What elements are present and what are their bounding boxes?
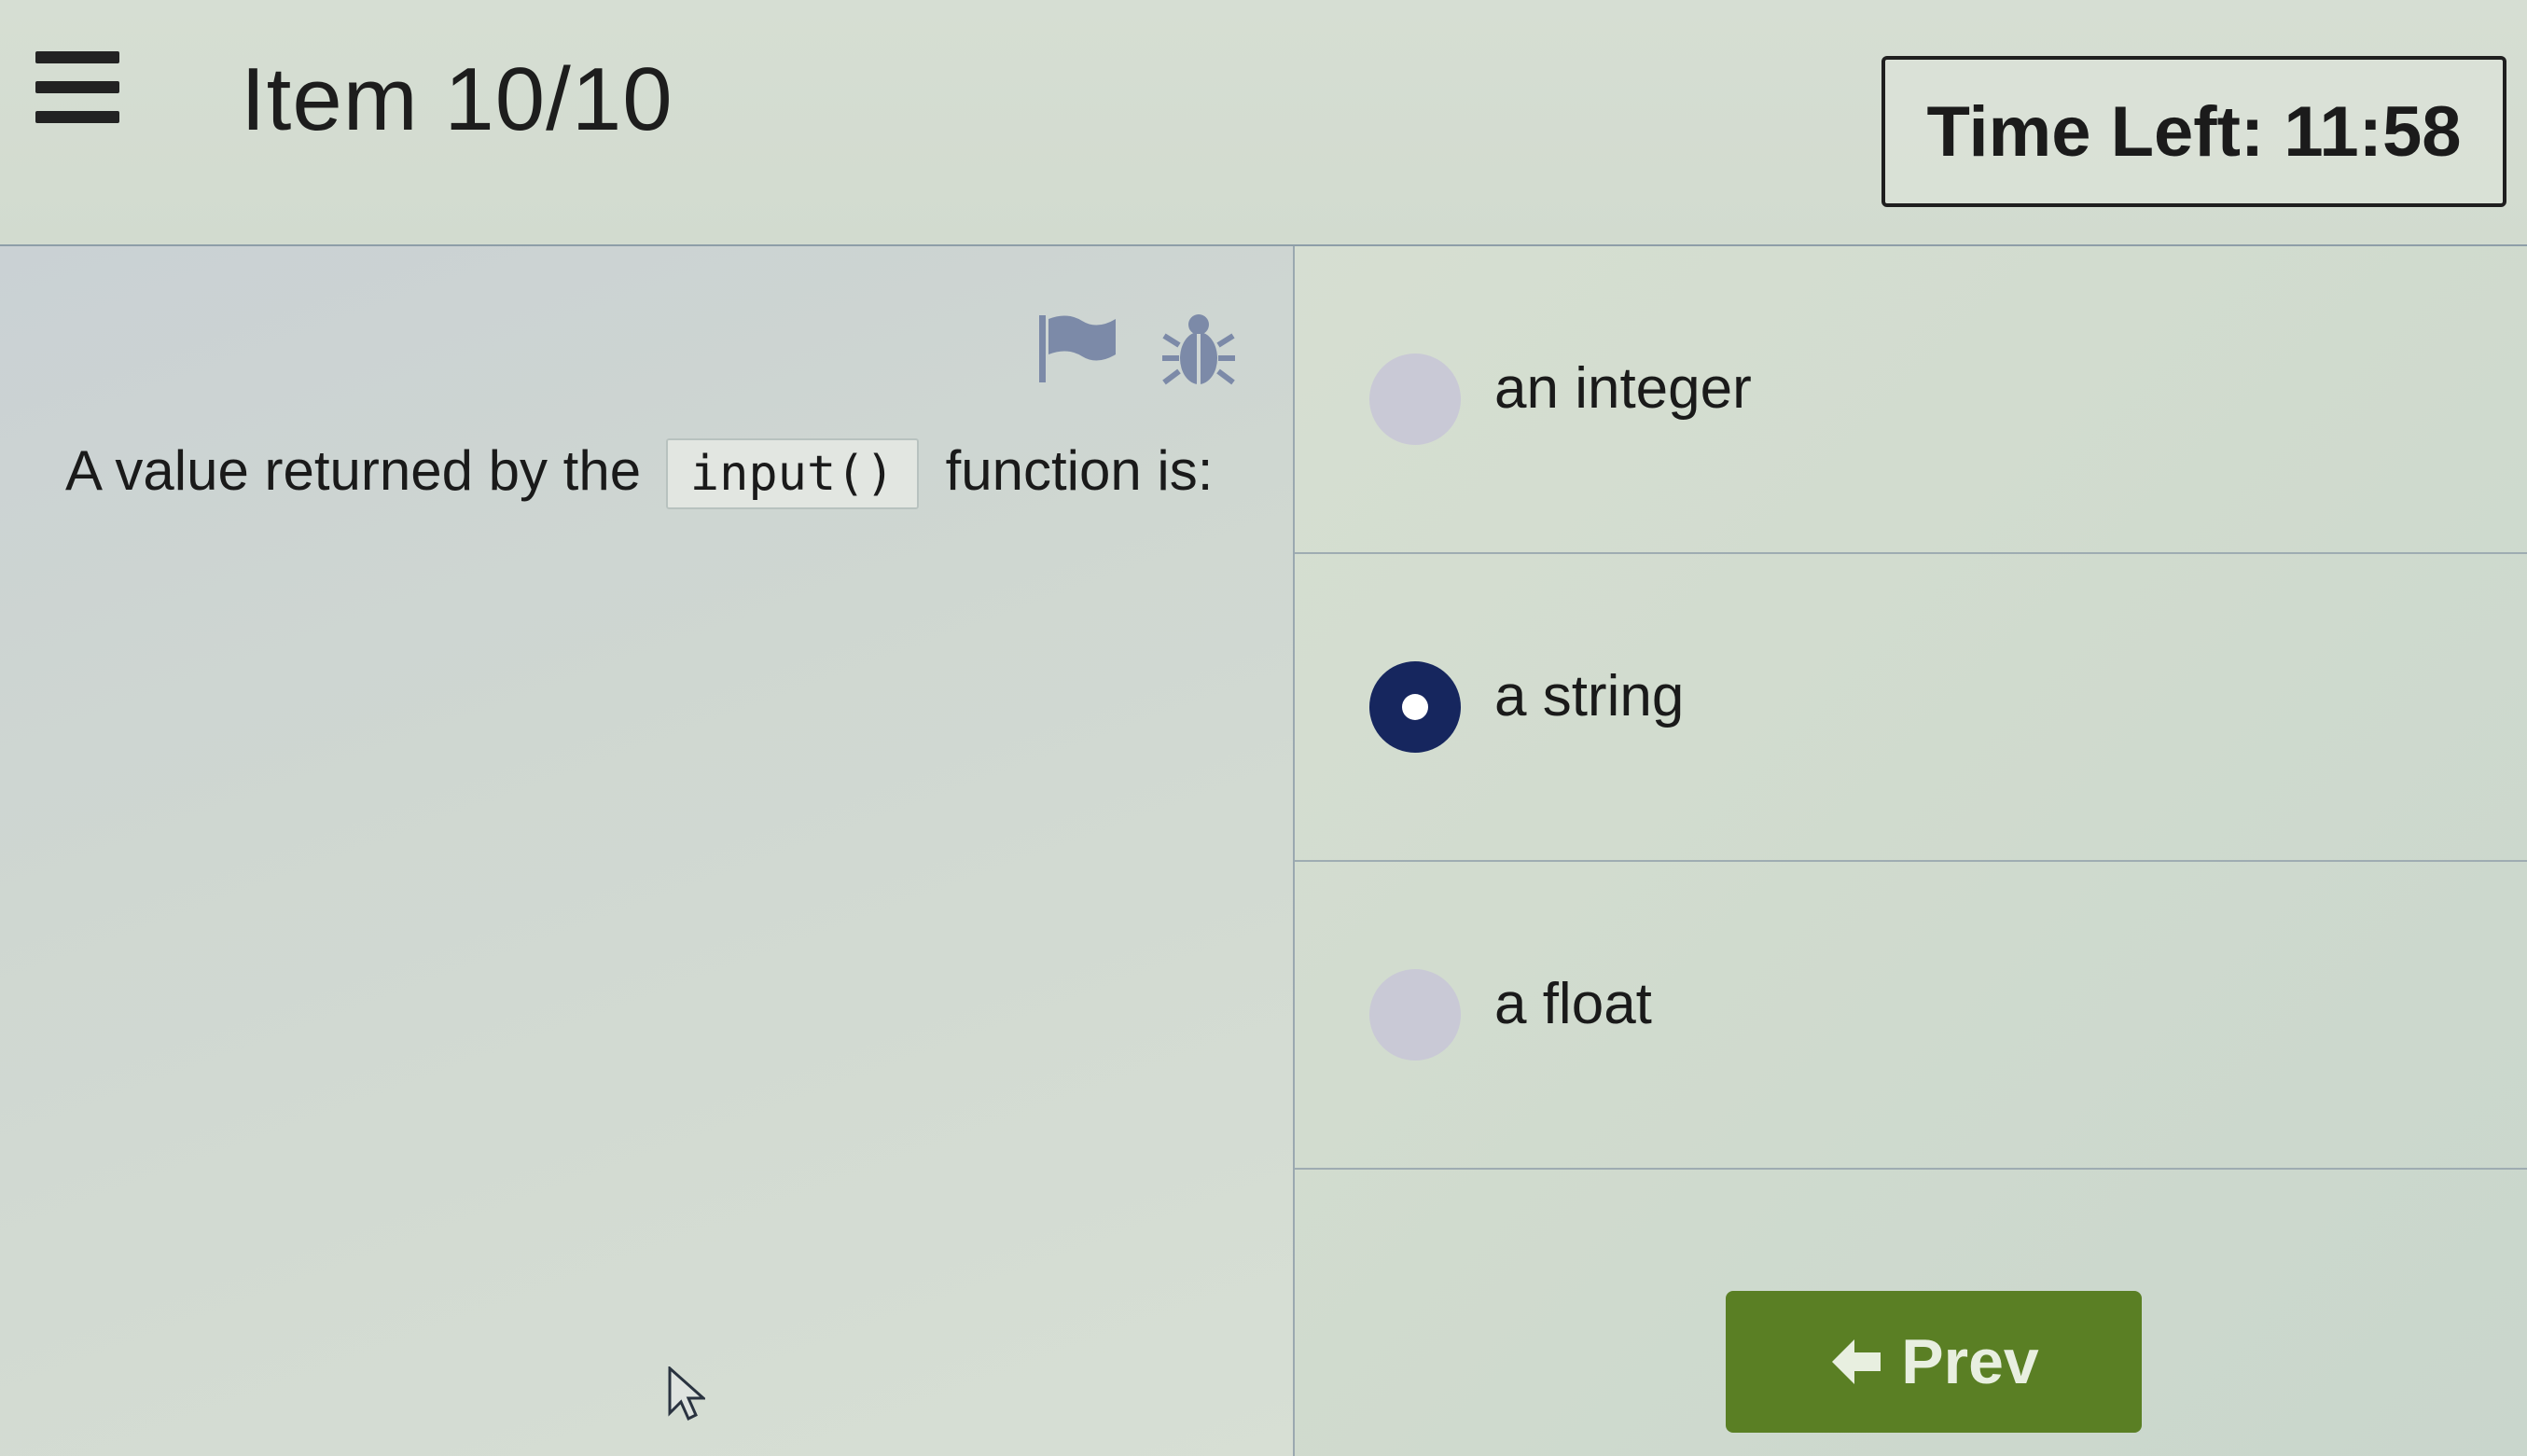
option-label: an integer — [1494, 356, 1752, 421]
arrow-left-icon — [1832, 1339, 1881, 1384]
option-an-integer[interactable]: an integer — [1295, 246, 2527, 554]
time-left-display: Time Left: 11:58 — [1881, 56, 2506, 207]
option-a-float[interactable]: a float — [1295, 862, 2527, 1170]
prev-button[interactable]: Prev — [1726, 1291, 2142, 1433]
option-label: a float — [1494, 972, 1652, 1036]
question-text-before: A value returned by the — [65, 439, 642, 502]
item-counter: Item 10/10 — [241, 49, 673, 149]
question-pane: A value returned by the input() function… — [0, 246, 1295, 1456]
question-text: A value returned by the input() function… — [65, 428, 1241, 517]
hamburger-menu-icon[interactable] — [35, 51, 119, 124]
header-bar: Item 10/10 Time Left: 11:58 — [0, 0, 2527, 246]
answer-pane: an integer a string a float — [1295, 246, 2527, 1456]
mouse-cursor-icon — [668, 1366, 705, 1421]
option-a-string[interactable]: a string — [1295, 554, 2527, 862]
code-snippet: input() — [665, 438, 919, 509]
radio-checked[interactable] — [1369, 661, 1461, 753]
flag-icon[interactable] — [1035, 312, 1119, 386]
radio-unchecked[interactable] — [1369, 969, 1461, 1061]
option-label: a string — [1494, 664, 1685, 728]
question-tools — [1035, 312, 1237, 390]
bug-icon[interactable] — [1160, 312, 1237, 390]
radio-unchecked[interactable] — [1369, 354, 1461, 445]
prev-button-label: Prev — [1901, 1326, 2039, 1397]
question-text-after: function is: — [945, 439, 1214, 502]
